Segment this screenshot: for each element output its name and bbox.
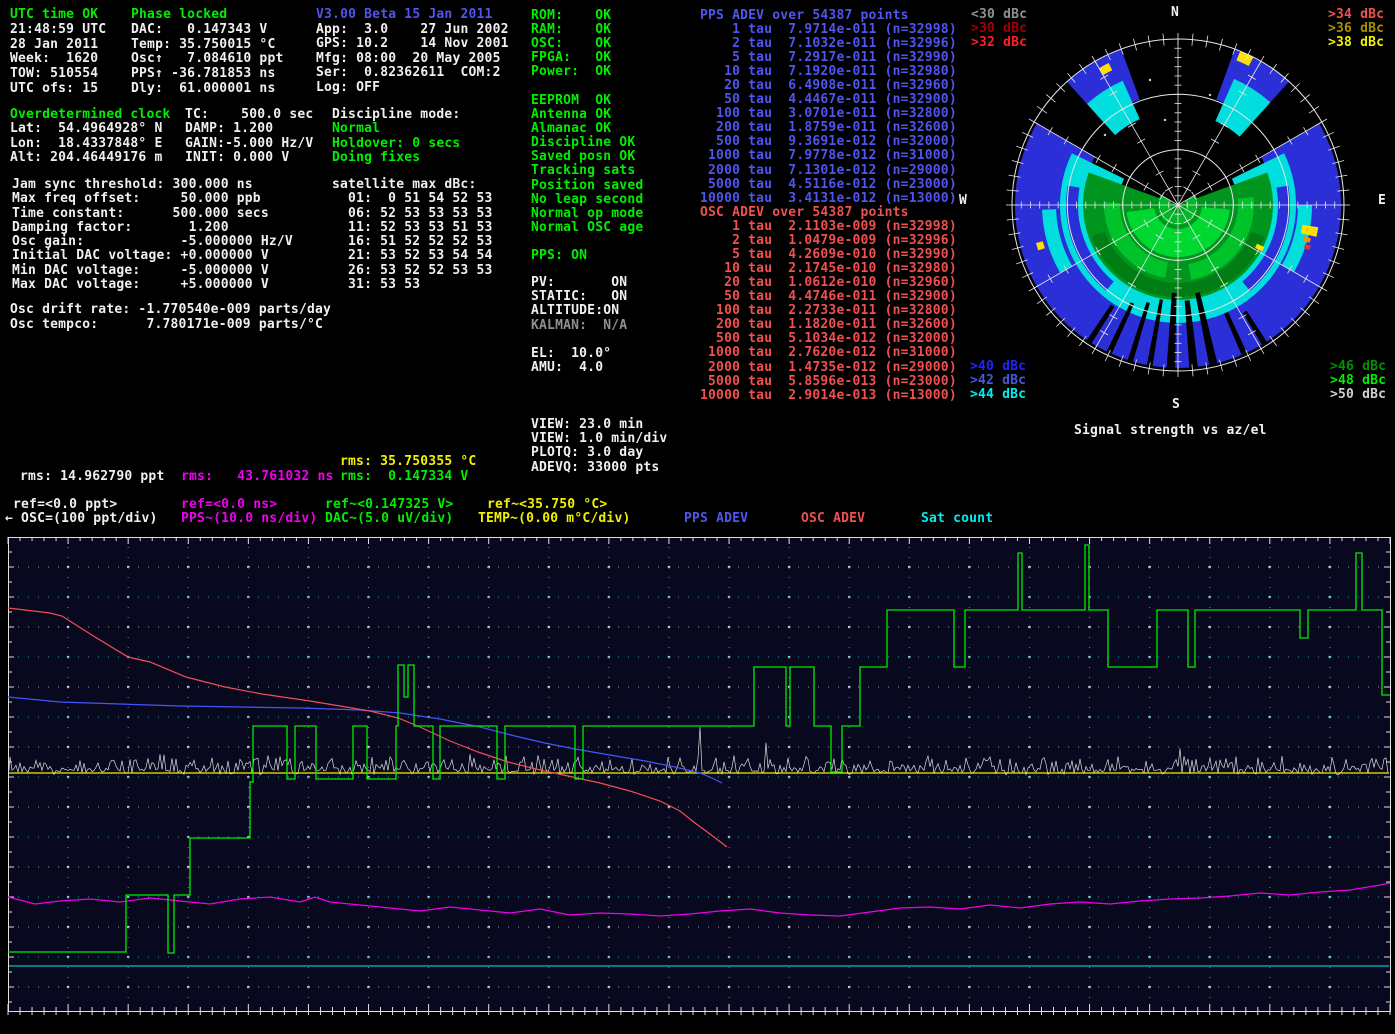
dbc-legend-bottom-left: >40 dBc>42 dBc>44 dBc: [970, 360, 1026, 402]
legend-sat-count: Sat count: [921, 512, 993, 526]
scale-osc: ← OSC=(100 ppt/div): [5, 512, 158, 526]
ref-pps: ref=<0.0 ns>: [181, 498, 277, 512]
ref-osc: ref=<0.0 ppt>: [13, 498, 117, 512]
history-plot: [0, 530, 1395, 1034]
lady-heather-screen: N S E W Signal strength vs az/el UTC tim…: [0, 0, 1395, 1034]
pps-status: PPS: ON: [531, 249, 587, 263]
view-queue-block: VIEW: 23.0 minVIEW: 1.0 min/divPLOTQ: 3.…: [531, 418, 667, 475]
satellite-max-dbc-block: satellite max dBc: 01: 0 51 54 52 53 06:…: [332, 178, 493, 292]
discipline-mode-block: Discipline mode:NormalHoldover: 0 secsDo…: [332, 108, 460, 165]
phase-lock-block: Phase lockedDAC: 0.147343 VTemp: 35.7500…: [131, 8, 284, 97]
position-block: Overdetermined clockLat: 54.4964928° NLo…: [10, 108, 171, 165]
hardware-status-block: ROM: OKRAM: OKOSC: OKFPGA: OKPower: OK: [531, 9, 611, 79]
legend-osc-adev: OSC ADEV: [801, 512, 865, 526]
osc-drift-block: Osc drift rate: -1.770540e-009 parts/day…: [10, 303, 331, 332]
scale-temp: TEMP~(0.00 m°C/div): [478, 512, 631, 526]
polar-compass-south: S: [1172, 397, 1180, 412]
receiver-status-block: EEPROM OKAntenna OKAlmanac OKDiscipline …: [531, 94, 643, 235]
rms-osc: rms: 14.962790 ppt: [20, 470, 164, 484]
rms-temp: rms: 35.750355 °C: [340, 455, 476, 469]
pps-adev-table: PPS ADEV over 54387 points 1 tau 7.9714e…: [700, 9, 957, 206]
mask-block: EL: 10.0°AMU: 4.0: [531, 347, 611, 376]
scale-dac: DAC~(5.0 uV/div): [325, 512, 453, 526]
rms-dac: rms: 0.147334 V: [340, 470, 468, 484]
ref-dac: ref~<0.147325 V>: [325, 498, 453, 512]
polar-compass-west: W: [959, 193, 967, 208]
dbc-legend-top-right: >34 dBc>36 dBc>38 dBc: [1328, 8, 1384, 50]
loop-params-block: TC: 500.0 secDAMP: 1.200GAIN:-5.000 Hz/V…: [185, 108, 313, 165]
scale-pps: PPS~(10.0 ns/div): [181, 512, 317, 526]
version-block: V3.00 Beta 15 Jan 2011App: 3.0 27 Jun 20…: [316, 8, 509, 96]
polar-compass-north: N: [1171, 5, 1179, 20]
rms-pps: rms: 43.761032 ns: [181, 470, 334, 484]
osc-adev-table: OSC ADEV over 54387 points 1 tau 2.1103e…: [700, 206, 957, 403]
polar-plot-title: Signal strength vs az/el: [1074, 423, 1267, 438]
dbc-legend-top-left: <30 dBc>30 dBc>32 dBc: [971, 8, 1027, 50]
ref-temp: ref~<35.750 °C>: [487, 498, 607, 512]
fix-mode-block: PV: ONSTATIC: ONALTITUDE:ONKALMAN: N/A: [531, 276, 627, 333]
signal-strength-polar-plot: [1000, 27, 1356, 383]
dbc-legend-bottom-right: >46 dBc>48 dBc>50 dBc: [1330, 360, 1386, 402]
osc-params-block: Jam sync threshold: 300.000 nsMax freq o…: [12, 178, 293, 292]
legend-pps-adev: PPS ADEV: [684, 512, 748, 526]
utc-time-block: UTC time OK21:48:59 UTC28 Jan 2011Week: …: [10, 8, 106, 97]
polar-compass-east: E: [1378, 193, 1386, 208]
